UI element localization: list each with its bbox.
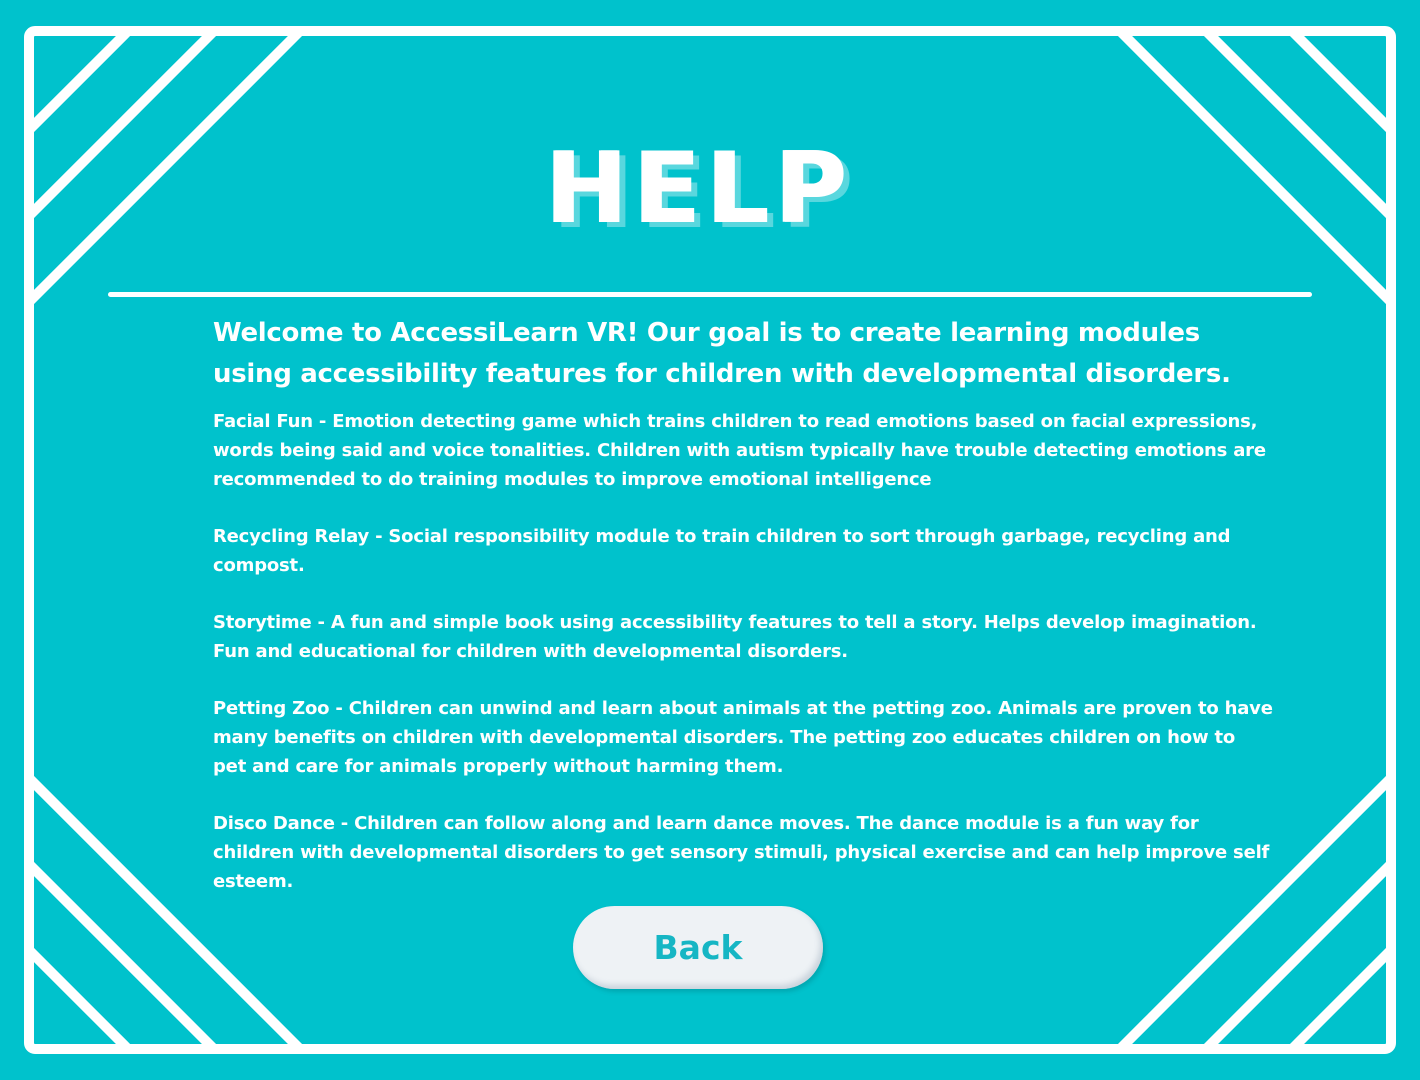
stripe-bottom-right-1 bbox=[1287, 946, 1390, 1049]
module-petting-zoo: Petting Zoo - Children can unwind and le… bbox=[213, 698, 1273, 777]
title-divider bbox=[108, 292, 1312, 297]
module-storytime: Storytime - A fun and simple book using … bbox=[213, 612, 1257, 662]
module-recycling-relay: Recycling Relay - Social responsibility … bbox=[213, 526, 1231, 576]
stripe-top-right-1 bbox=[1287, 31, 1390, 134]
stripe-bottom-left-1 bbox=[30, 946, 133, 1049]
module-facial-fun: Facial Fun - Emotion detecting game whic… bbox=[213, 411, 1266, 490]
stripe-bottom-left-2 bbox=[30, 860, 219, 1049]
page-title: HELP bbox=[546, 132, 854, 246]
back-button[interactable]: Back bbox=[573, 906, 823, 989]
intro-text: Welcome to AccessiLearn VR! Our goal is … bbox=[213, 318, 1231, 389]
help-content: Welcome to AccessiLearn VR! Our goal is … bbox=[213, 313, 1273, 896]
stripe-top-left-1 bbox=[30, 31, 133, 134]
module-disco-dance: Disco Dance - Children can follow along … bbox=[213, 813, 1270, 892]
back-button-label: Back bbox=[653, 928, 743, 967]
